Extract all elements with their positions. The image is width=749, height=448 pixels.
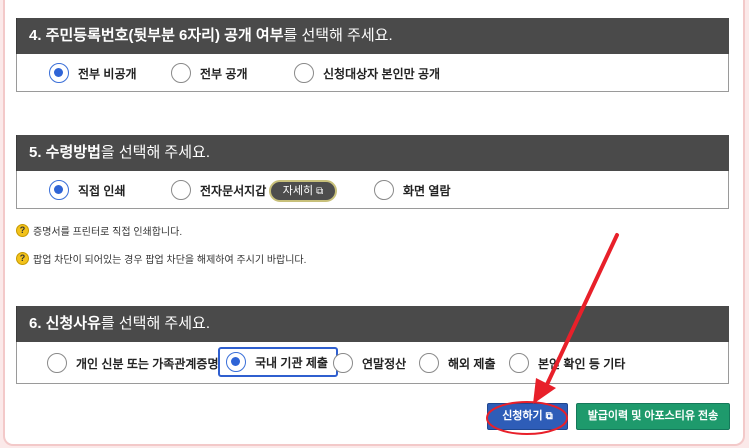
section-id-disclosure: 4. 주민등록번호(뒷부분 6자리) 공개 여부를 선택해 주세요. 전부 비공… — [16, 18, 729, 92]
radio-screen-view[interactable]: 화면 열람 — [374, 178, 451, 202]
radio-all-public[interactable]: 전부 공개 — [171, 61, 248, 85]
radio-button[interactable] — [226, 352, 246, 372]
radio-button[interactable] — [171, 180, 191, 200]
section-title: 4. 주민등록번호(뒷부분 6자리) 공개 여부 — [29, 27, 284, 44]
radio-e-wallet[interactable]: 전자문서지갑 — [171, 178, 266, 202]
radio-label: 연말정산 — [362, 356, 407, 371]
radio-all-private[interactable]: 전부 비공개 — [49, 61, 137, 85]
radio-label: 전부 비공개 — [78, 66, 137, 81]
radio-overseas[interactable]: 해외 제출 — [419, 351, 496, 375]
radio-button[interactable] — [374, 180, 394, 200]
note-text: 증명서를 프린터로 직접 인쇄합니다. — [33, 226, 183, 238]
radio-button[interactable] — [171, 63, 191, 83]
radio-button[interactable] — [49, 63, 69, 83]
radio-button[interactable] — [294, 63, 314, 83]
radio-label: 국내 기관 제출 — [255, 355, 328, 370]
section-title: 5. 수령방법 — [29, 144, 101, 161]
radio-button[interactable] — [419, 353, 439, 373]
section-title: 6. 신청사유 — [29, 315, 101, 332]
section-header: 5. 수령방법을 선택해 주세요. — [16, 135, 729, 171]
history-apostille-button[interactable]: 발급이력 및 아포스티유 전송 — [576, 403, 730, 430]
apply-button-label: 신청하기 — [502, 410, 543, 422]
radio-label: 신청대상자 본인만 공개 — [323, 66, 441, 81]
section-title-suffix: 를 선택해 주세요. — [283, 27, 393, 44]
section-title-suffix: 을 선택해 주세요. — [100, 144, 210, 161]
note-print: ? 증명서를 프린터로 직접 인쇄합니다. — [16, 223, 183, 238]
external-link-icon: ⧉ — [545, 411, 553, 422]
radio-label: 전부 공개 — [200, 66, 248, 81]
radio-self-only[interactable]: 신청대상자 본인만 공개 — [294, 61, 440, 85]
radio-label: 전자문서지갑 — [200, 183, 267, 198]
radio-personal-family[interactable]: 개인 신분 또는 가족관계증명 — [47, 351, 218, 375]
section-receive-method: 5. 수령방법을 선택해 주세요. 직접 인쇄 전자문서지갑 자세히 ⧉ 화면 열… — [16, 135, 729, 209]
history-button-label: 발급이력 및 아포스티유 전송 — [587, 410, 719, 422]
radio-label: 본인 확인 등 기타 — [538, 356, 626, 371]
radio-print-direct[interactable]: 직접 인쇄 — [49, 178, 126, 202]
radio-label: 화면 열람 — [403, 183, 451, 198]
note-popup: ? 팝업 차단이 되어있는 경우 팝업 차단을 해제하여 주시기 바랍니다. — [16, 251, 307, 266]
radio-label: 개인 신분 또는 가족관계증명 — [76, 356, 219, 371]
apply-button[interactable]: 신청하기 ⧉ — [487, 403, 568, 430]
note-text: 팝업 차단이 되어있는 경우 팝업 차단을 해제하여 주시기 바랍니다. — [33, 254, 307, 266]
radio-button[interactable] — [509, 353, 529, 373]
section-title-suffix: 를 선택해 주세요. — [100, 315, 210, 332]
external-link-icon: ⧉ — [316, 186, 324, 197]
radio-label: 직접 인쇄 — [78, 183, 126, 198]
question-icon: ? — [16, 223, 29, 237]
detail-button-label: 자세히 — [282, 185, 314, 197]
radio-domestic-agency[interactable]: 국내 기관 제출 — [218, 347, 338, 377]
detail-button[interactable]: 자세히 ⧉ — [269, 180, 337, 202]
section-reason: 6. 신청사유를 선택해 주세요. 개인 신분 또는 가족관계증명 국내 기관 … — [16, 306, 729, 384]
radio-year-end-tax[interactable]: 연말정산 — [333, 351, 406, 375]
section-header: 6. 신청사유를 선택해 주세요. — [16, 306, 729, 342]
radio-label: 해외 제출 — [448, 356, 496, 371]
question-icon: ? — [16, 251, 29, 265]
radio-other[interactable]: 본인 확인 등 기타 — [509, 351, 625, 375]
radio-button[interactable] — [333, 353, 353, 373]
radio-button[interactable] — [49, 180, 69, 200]
section-options: 직접 인쇄 전자문서지갑 자세히 ⧉ 화면 열람 — [16, 171, 729, 209]
section-options: 개인 신분 또는 가족관계증명 국내 기관 제출 연말정산 해외 제출 본인 확… — [16, 342, 729, 384]
radio-button[interactable] — [47, 353, 67, 373]
section-header: 4. 주민등록번호(뒷부분 6자리) 공개 여부를 선택해 주세요. — [16, 18, 729, 54]
section-options: 전부 비공개 전부 공개 신청대상자 본인만 공개 — [16, 54, 729, 92]
